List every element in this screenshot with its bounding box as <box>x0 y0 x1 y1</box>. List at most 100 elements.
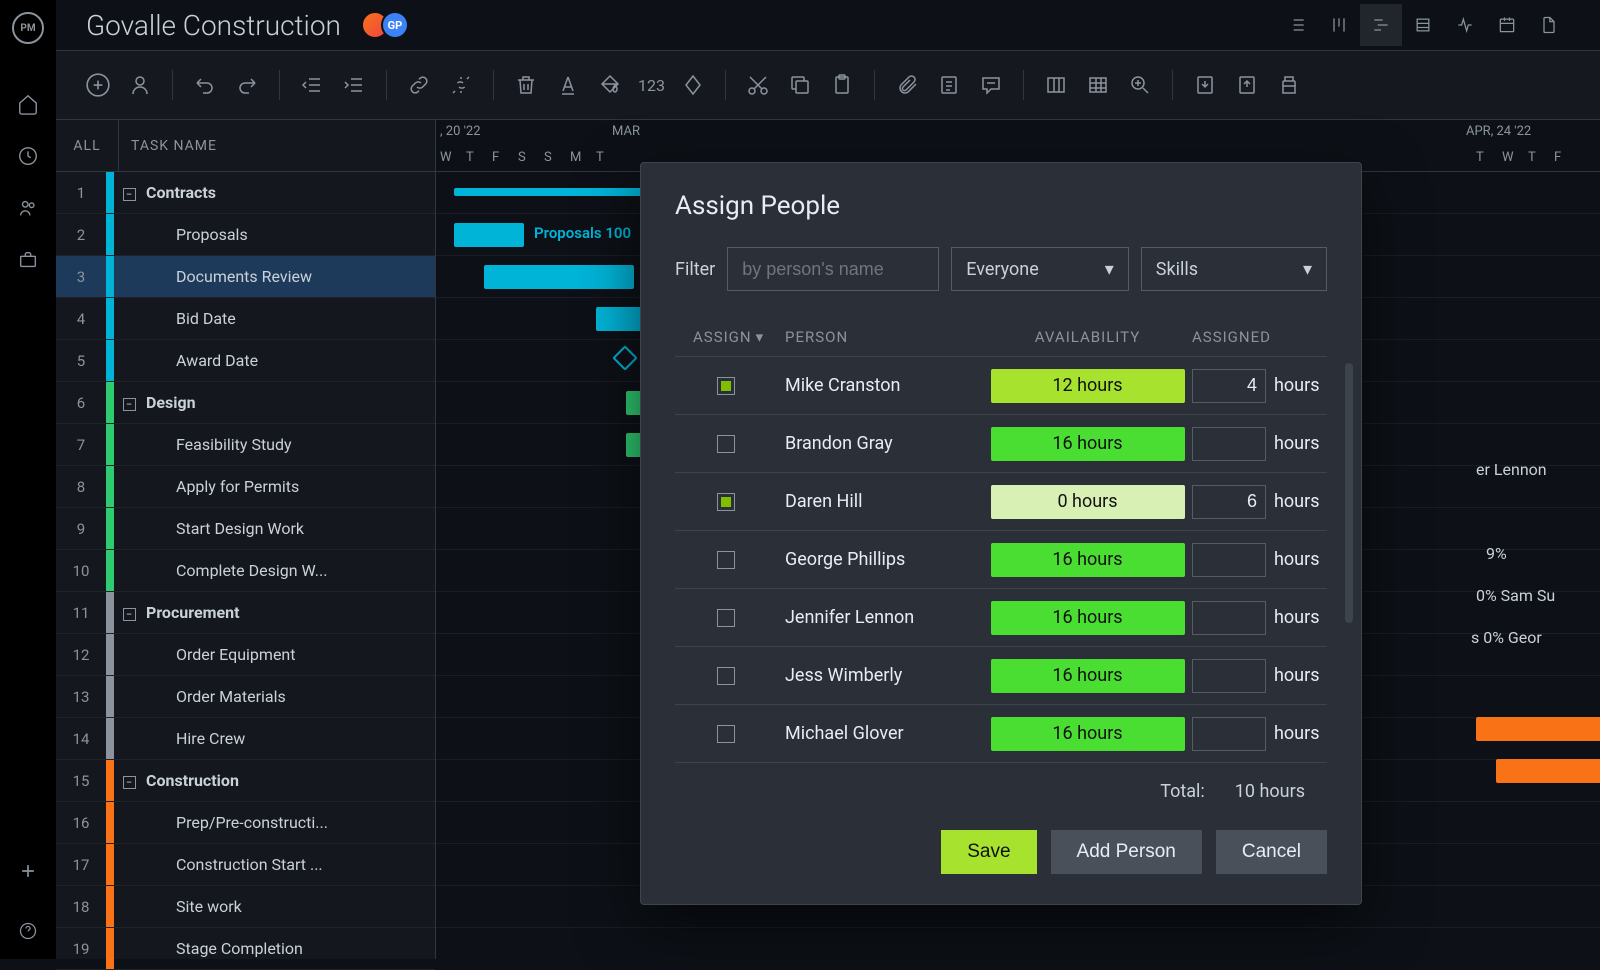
task-row[interactable]: 19 Stage Completion <box>56 928 435 970</box>
task-row[interactable]: 15 − Construction <box>56 760 435 802</box>
task-row[interactable]: 10 Complete Design W... <box>56 550 435 592</box>
task-row[interactable]: 14 Hire Crew <box>56 718 435 760</box>
assign-checkbox[interactable] <box>717 609 735 627</box>
board-view-icon[interactable] <box>1318 4 1360 46</box>
columns-icon[interactable] <box>1042 71 1070 99</box>
assigned-hours-input[interactable] <box>1192 485 1266 519</box>
save-button[interactable]: Save <box>941 830 1036 874</box>
person-row: Jennifer Lennon 16 hours hours <box>675 589 1327 647</box>
calendar-view-icon[interactable] <box>1486 4 1528 46</box>
home-icon[interactable] <box>16 92 40 116</box>
gantt-bar[interactable] <box>596 307 646 331</box>
task-row[interactable]: 5 Award Date <box>56 340 435 382</box>
paste-icon[interactable] <box>828 71 856 99</box>
column-all[interactable]: ALL <box>56 138 118 154</box>
assigned-hours-input[interactable] <box>1192 427 1266 461</box>
gantt-view-icon[interactable] <box>1360 4 1402 46</box>
assign-checkbox[interactable] <box>717 551 735 569</box>
add-icon[interactable] <box>84 71 112 99</box>
filter-label: Filter <box>675 259 715 280</box>
person-name: Jennifer Lennon <box>785 607 985 628</box>
attachment-icon[interactable] <box>893 71 921 99</box>
add-person-button[interactable]: Add Person <box>1051 830 1202 874</box>
task-row[interactable]: 16 Prep/Pre-constructi... <box>56 802 435 844</box>
task-row[interactable]: 9 Start Design Work <box>56 508 435 550</box>
task-row[interactable]: 4 Bid Date <box>56 298 435 340</box>
briefcase-icon[interactable] <box>16 248 40 272</box>
task-row[interactable]: 1 − Contracts <box>56 172 435 214</box>
avatar-group[interactable]: GP <box>361 11 409 39</box>
assigned-hours-input[interactable] <box>1192 543 1266 577</box>
task-row[interactable]: 17 Construction Start ... <box>56 844 435 886</box>
gantt-bar[interactable] <box>454 223 524 247</box>
column-task-name[interactable]: TASK NAME <box>118 120 217 171</box>
note-icon[interactable] <box>935 71 963 99</box>
cancel-button[interactable]: Cancel <box>1216 830 1327 874</box>
unlink-icon[interactable] <box>447 71 475 99</box>
link-icon[interactable] <box>405 71 433 99</box>
outdent-icon[interactable] <box>298 71 326 99</box>
column-assign[interactable]: ASSIGN▾ <box>675 328 785 346</box>
assigned-hours-input[interactable] <box>1192 601 1266 635</box>
sheet-view-icon[interactable] <box>1402 4 1444 46</box>
cut-icon[interactable] <box>744 71 772 99</box>
filter-select-everyone[interactable]: Everyone ▾ <box>951 247 1129 291</box>
redo-icon[interactable] <box>233 71 261 99</box>
task-row[interactable]: 7 Feasibility Study <box>56 424 435 466</box>
assigned-hours-input[interactable] <box>1192 717 1266 751</box>
comment-icon[interactable] <box>977 71 1005 99</box>
task-number: 1 <box>56 184 106 202</box>
import-icon[interactable] <box>1191 71 1219 99</box>
people-icon[interactable] <box>16 196 40 220</box>
indent-icon[interactable] <box>340 71 368 99</box>
gantt-bar[interactable] <box>484 265 634 289</box>
assign-checkbox[interactable] <box>717 667 735 685</box>
print-icon[interactable] <box>1275 71 1303 99</box>
expand-toggle[interactable]: − <box>120 771 138 790</box>
avatar[interactable]: GP <box>381 11 409 39</box>
column-availability[interactable]: AVAILABILITY <box>985 328 1190 346</box>
modal-title: Assign People <box>675 191 1327 221</box>
column-person[interactable]: PERSON <box>785 328 985 346</box>
task-row[interactable]: 11 − Procurement <box>56 592 435 634</box>
activity-view-icon[interactable] <box>1444 4 1486 46</box>
task-row[interactable]: 6 − Design <box>56 382 435 424</box>
grid-icon[interactable] <box>1084 71 1112 99</box>
file-view-icon[interactable] <box>1528 4 1570 46</box>
assigned-hours-input[interactable] <box>1192 369 1266 403</box>
plus-icon[interactable] <box>16 859 40 883</box>
task-row[interactable]: 2 Proposals <box>56 214 435 256</box>
copy-icon[interactable] <box>786 71 814 99</box>
task-row[interactable]: 12 Order Equipment <box>56 634 435 676</box>
assign-checkbox[interactable] <box>717 493 735 511</box>
fill-icon[interactable] <box>596 71 624 99</box>
milestone-icon[interactable] <box>679 71 707 99</box>
help-icon[interactable] <box>16 919 40 943</box>
assigned-hours-input[interactable] <box>1192 659 1266 693</box>
column-assigned[interactable]: ASSIGNED <box>1190 328 1327 346</box>
expand-toggle[interactable]: − <box>120 393 138 412</box>
filter-select-skills[interactable]: Skills ▾ <box>1141 247 1327 291</box>
gantt-bar[interactable] <box>454 188 654 196</box>
text-style-icon[interactable] <box>554 71 582 99</box>
task-row[interactable]: 13 Order Materials <box>56 676 435 718</box>
assign-checkbox[interactable] <box>717 435 735 453</box>
clock-icon[interactable] <box>16 144 40 168</box>
expand-toggle[interactable]: − <box>120 183 138 202</box>
export-icon[interactable] <box>1233 71 1261 99</box>
undo-icon[interactable] <box>191 71 219 99</box>
app-logo[interactable]: PM <box>12 12 44 44</box>
task-row[interactable]: 8 Apply for Permits <box>56 466 435 508</box>
assign-checkbox[interactable] <box>717 377 735 395</box>
expand-toggle[interactable]: − <box>120 603 138 622</box>
list-view-icon[interactable] <box>1276 4 1318 46</box>
trash-icon[interactable] <box>512 71 540 99</box>
task-row[interactable]: 18 Site work <box>56 886 435 928</box>
assign-checkbox[interactable] <box>717 725 735 743</box>
zoom-icon[interactable] <box>1126 71 1154 99</box>
filter-input[interactable] <box>727 247 939 291</box>
scrollbar[interactable] <box>1345 363 1353 623</box>
task-number: 8 <box>56 478 106 496</box>
person-icon[interactable] <box>126 71 154 99</box>
task-row[interactable]: 3 Documents Review <box>56 256 435 298</box>
